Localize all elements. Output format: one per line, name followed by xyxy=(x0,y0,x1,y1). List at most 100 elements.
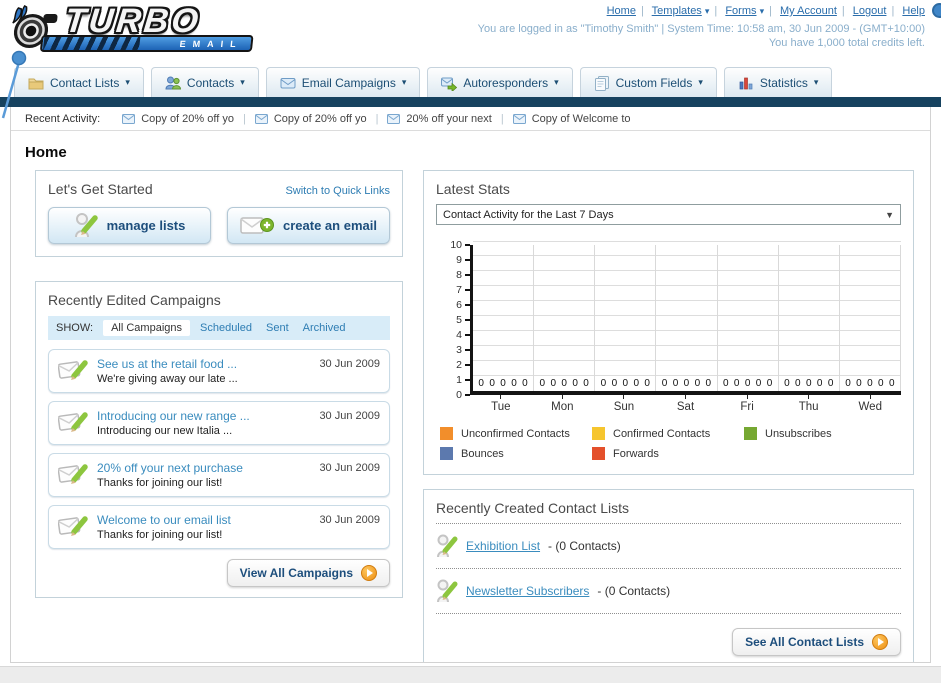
contact-list-link[interactable]: Exhibition List xyxy=(466,539,540,553)
bar-value-label: 0 xyxy=(644,378,650,389)
dropdown-arrow-icon: ▾ xyxy=(125,77,130,87)
activity-text: 20% off your next xyxy=(406,112,492,125)
recent-contact-lists-panel: Recently Created Contact Lists Exhibitio… xyxy=(423,489,914,662)
dropdown-arrow-icon: ▾ xyxy=(813,77,819,87)
campaign-row[interactable]: See us at the retail food ... We're givi… xyxy=(48,349,390,393)
see-all-contact-lists-button[interactable]: See All Contact Lists xyxy=(732,628,901,656)
tab-label: Statistics xyxy=(759,75,808,90)
switch-quick-links-link[interactable]: Switch to Quick Links xyxy=(285,185,390,197)
link-my-account[interactable]: My Account xyxy=(780,5,837,17)
campaign-title-link[interactable]: Introducing our new range ... xyxy=(97,409,310,424)
button-label: manage lists xyxy=(106,218,186,233)
envelope-pencil-icon xyxy=(58,360,88,380)
campaign-title-link[interactable]: Welcome to our email list xyxy=(97,513,310,528)
recent-activity-label: Recent Activity: xyxy=(25,112,101,125)
pages-icon xyxy=(594,75,609,91)
credits-text: You have 1,000 total credits left. xyxy=(768,37,925,49)
y-axis-label: 6 xyxy=(456,299,470,311)
campaign-title-link[interactable]: See us at the retail food ... xyxy=(97,357,310,372)
bar-value-label: 0 xyxy=(683,378,690,389)
bar-value-label: 0 xyxy=(583,378,589,389)
contact-activity-chart: 0 1 2 3 4 5 6 7 8 9 10 000000000000000000000000000… xyxy=(436,239,901,460)
bar-value-label: 0 xyxy=(784,378,790,389)
filter-scheduled[interactable]: Scheduled xyxy=(200,322,252,334)
tab-contacts[interactable]: Contacts ▾ xyxy=(150,67,259,97)
tab-contact-lists[interactable]: Contact Lists ▾ xyxy=(14,67,144,97)
link-logout[interactable]: Logout xyxy=(853,5,887,17)
x-axis-label: Sun xyxy=(593,395,655,413)
campaign-filter-bar: SHOW: All Campaigns Scheduled Sent Archi… xyxy=(48,316,390,340)
separator: | xyxy=(242,112,246,125)
bar-value-label: 0 xyxy=(672,378,679,389)
envelope-pencil-icon xyxy=(58,412,88,432)
legend-swatch xyxy=(440,447,453,460)
y-axis-label: 9 xyxy=(456,254,470,266)
person-pencil-icon xyxy=(74,213,98,238)
latest-stats-panel: Latest Stats Contact Activity for the La… xyxy=(423,170,914,475)
bar-value-label: 0 xyxy=(867,378,873,389)
contact-list-row[interactable]: Newsletter Subscribers - (0 Contacts) xyxy=(436,576,901,606)
tab-autoresponders[interactable]: Autoresponders ▾ xyxy=(427,67,573,97)
bar-chart-icon xyxy=(739,77,753,89)
filter-sent[interactable]: Sent xyxy=(266,322,289,334)
link-templates[interactable]: Templates xyxy=(652,5,702,17)
person-pencil-icon xyxy=(437,534,458,558)
campaign-row[interactable]: Introducing our new range ... Introducin… xyxy=(48,401,390,445)
dropdown-arrow-icon: ▾ xyxy=(759,6,765,16)
separator: | xyxy=(500,112,504,125)
tab-statistics[interactable]: Statistics ▾ xyxy=(723,67,833,97)
bar-value-label: 0 xyxy=(633,378,640,389)
stats-period-select[interactable]: Contact Activity for the Last 7 Days ▼ xyxy=(436,204,901,225)
bar-value-label: 0 xyxy=(722,378,729,389)
envelope-icon xyxy=(387,113,401,124)
view-all-campaigns-button[interactable]: View All Campaigns xyxy=(226,559,390,587)
selected-period: Contact Activity for the Last 7 Days xyxy=(443,208,614,221)
legend-item: Bounces xyxy=(440,447,592,460)
envelope-icon xyxy=(254,113,268,124)
campaign-row[interactable]: 20% off your next purchase Thanks for jo… xyxy=(48,453,390,497)
link-forms[interactable]: Forms xyxy=(725,5,756,17)
header: TURBO EMAIL Home | Templates ▾ | Forms ▾ | … xyxy=(0,0,941,60)
filter-all-campaigns[interactable]: All Campaigns xyxy=(103,320,190,336)
filter-archived[interactable]: Archived xyxy=(303,322,346,334)
tab-label: Contacts xyxy=(186,75,235,90)
envelope-icon xyxy=(122,113,136,124)
contact-list-count: - (0 Contacts) xyxy=(548,539,621,553)
legend-label: Unconfirmed Contacts xyxy=(461,427,570,440)
chart-group: 00000 xyxy=(595,245,657,391)
recent-campaigns-panel: Recently Edited Campaigns SHOW: All Camp… xyxy=(35,281,403,598)
tab-custom-fields[interactable]: Custom Fields ▾ xyxy=(579,67,717,97)
contact-list-link[interactable]: Newsletter Subscribers xyxy=(466,584,589,598)
recent-activity-bar: Recent Activity: Copy of 20% off yo | Co… xyxy=(11,107,930,131)
recent-activity-item[interactable]: Copy of Welcome to xyxy=(512,113,631,125)
campaign-subtitle: Thanks for joining our list! xyxy=(97,477,223,489)
campaign-row[interactable]: Welcome to our email list Thanks for joi… xyxy=(48,505,390,549)
show-label: SHOW: xyxy=(56,322,94,334)
contact-list-row[interactable]: Exhibition List - (0 Contacts) xyxy=(436,531,901,561)
link-home[interactable]: Home xyxy=(607,5,636,17)
legend-swatch xyxy=(592,447,605,460)
recent-activity-item[interactable]: Copy of 20% off yo xyxy=(254,113,367,125)
legend-item: Forwards xyxy=(592,447,744,460)
bar-value-label: 0 xyxy=(766,378,773,389)
legend-label: Unsubscribes xyxy=(765,427,832,440)
recent-activity-item[interactable]: Copy of 20% off yo xyxy=(122,113,234,125)
chart-xlabels: Tue Mon Sun Sat Fri Thu Wed xyxy=(470,395,901,413)
bar-value-label: 0 xyxy=(622,378,629,389)
y-axis-label: 4 xyxy=(456,329,470,341)
manage-lists-button[interactable]: manage lists xyxy=(48,207,211,244)
folder-icon xyxy=(28,78,44,89)
chart-group: 00000 xyxy=(473,245,535,391)
contact-lists-title: Recently Created Contact Lists xyxy=(436,500,629,516)
tab-email-campaigns[interactable]: Email Campaigns ▾ xyxy=(265,67,421,97)
envelope-pencil-icon xyxy=(58,464,88,484)
bar-value-label: 0 xyxy=(522,378,528,389)
recent-activity-item[interactable]: 20% off your next xyxy=(387,112,492,125)
login-status-text: You are logged in as "Timothy Smith" | S… xyxy=(477,23,925,35)
campaign-title-link[interactable]: 20% off your next purchase xyxy=(97,461,310,476)
create-email-button[interactable]: create an email xyxy=(227,207,390,244)
link-help[interactable]: Help xyxy=(902,5,925,17)
y-axis-label: 0 xyxy=(456,389,470,401)
bar-value-label: 0 xyxy=(827,378,834,389)
tab-label: Contact Lists xyxy=(50,75,120,90)
